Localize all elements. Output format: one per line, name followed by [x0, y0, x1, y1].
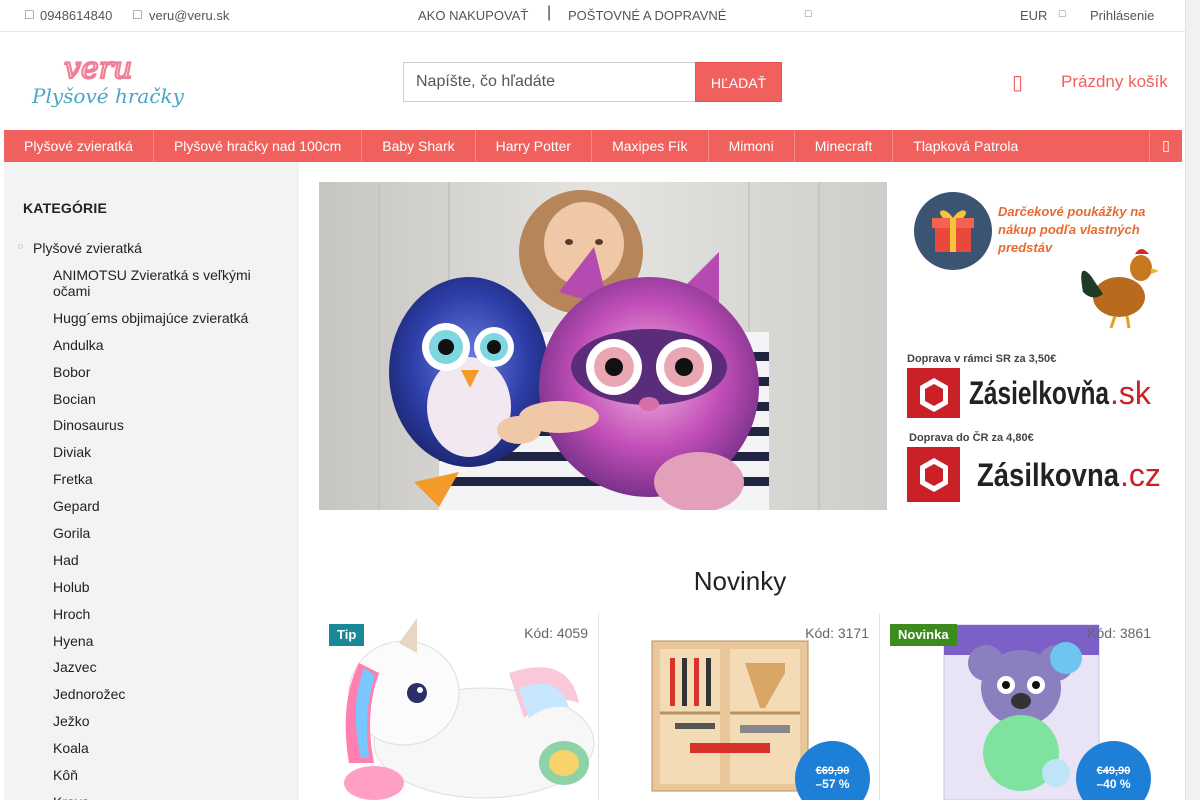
gift-voucher-banner[interactable]: Darčekové poukážky na nákup podľa vlastn… — [914, 192, 1159, 329]
how-to-shop-link[interactable]: AKO NAKUPOVAŤ — [418, 8, 528, 23]
menu-more-icon[interactable]: ▯ — [1149, 130, 1182, 162]
nav-item-plush-over-100cm[interactable]: Plyšové hračky nad 100cm — [154, 130, 363, 162]
bullet-icon — [18, 244, 23, 249]
search-button[interactable]: HĽADAŤ — [695, 62, 782, 102]
nav-item-harry-potter[interactable]: Harry Potter — [476, 130, 593, 162]
category-item[interactable]: Ježko — [53, 713, 283, 740]
category-item[interactable]: Fretka — [53, 471, 283, 498]
nav-item-plush-animals[interactable]: Plyšové zvieratká — [4, 130, 154, 162]
zasielkovna-sk-brand: Zásielkovňa — [969, 375, 1109, 411]
product-grid: Tip Kód: 4059 Kód: 3171 €69,90 –57 % Nov… — [319, 613, 1181, 800]
zasilkovna-cz-brand: Zásilkovna — [977, 457, 1119, 493]
zasilkovna-cz-tld: .cz — [1120, 457, 1161, 493]
category-sidebar: KATEGÓRIE Plyšové zvieratká ANIMOTSU Zvi… — [4, 162, 299, 800]
nav-item-maxipes-fik[interactable]: Maxipes Fík — [592, 130, 709, 162]
category-item[interactable]: Holub — [53, 579, 283, 606]
nav-item-minecraft[interactable]: Minecraft — [795, 130, 894, 162]
category-item[interactable]: Hyena — [53, 633, 283, 660]
category-item[interactable]: Jednorožec — [53, 686, 283, 713]
product-card[interactable]: Novinka Kód: 3861 €49,90 –40 % — [881, 613, 1161, 800]
zasilkovna-cz-banner[interactable]: Doprava do ČR za 4,80€ Zásilkovna .cz — [907, 431, 1161, 502]
new-badge: Novinka — [890, 624, 957, 646]
topbar-separator: | — [547, 4, 552, 21]
search-input[interactable]: Napíšte, čo hľadáte — [403, 62, 696, 102]
product-card[interactable]: Kód: 3171 €69,90 –57 % — [600, 613, 880, 800]
category-item[interactable]: Krava — [53, 794, 283, 800]
shipping-sk-note: Doprava v rámci SR za 3,50€ — [907, 353, 1056, 365]
cart-link[interactable]: Prázdny košík — [1061, 72, 1168, 92]
category-root[interactable]: Plyšové zvieratká — [33, 240, 142, 256]
gift-text-line-3: predstáv — [997, 240, 1053, 255]
tip-badge: Tip — [329, 624, 365, 646]
shipping-link[interactable]: POŠTOVNÉ A DOPRAVNÉ — [568, 8, 726, 23]
more-links-icon[interactable]: ☐ — [804, 10, 812, 20]
zasielkovna-sk-tld: .sk — [1110, 375, 1152, 411]
nav-item-mimoni[interactable]: Mimoni — [709, 130, 795, 162]
subcategory-list: ANIMOTSU Zvieratká s veľkými očami Hugg´e… — [53, 267, 283, 800]
currency-selector[interactable]: EUR — [1020, 8, 1047, 23]
category-item[interactable]: Hugg´ems objimajúce zvieratká — [53, 310, 283, 337]
old-price: €69,90 — [815, 765, 850, 777]
nav-item-paw-patrol[interactable]: Tlapková Patrola — [893, 130, 1038, 162]
category-item[interactable]: Diviak — [53, 444, 283, 471]
gift-text-line-2: nákup podľa vlastných — [998, 222, 1140, 237]
new-products-heading: Novinky — [693, 566, 787, 596]
logo-word: veru — [64, 51, 132, 86]
zasielkovna-sk-banner[interactable]: Doprava v rámci SR za 3,50€ Zásielkovňa … — [907, 353, 1152, 418]
categories-heading: KATEGÓRIE — [23, 200, 107, 216]
phone-number-link[interactable]: 0948614840 — [40, 8, 112, 23]
logo-subtitle: Plyšové hračky — [31, 84, 185, 108]
gift-text-line-1: Darčekové poukážky na — [998, 204, 1145, 219]
shipping-cz-note: Doprava do ČR za 4,80€ — [909, 431, 1034, 444]
product-card[interactable]: Tip Kód: 4059 — [319, 613, 599, 800]
chevron-down-icon[interactable]: ☐ — [1058, 10, 1066, 20]
nav-item-baby-shark[interactable]: Baby Shark — [362, 130, 476, 162]
main-navigation: Plyšové zvieratká Plyšové hračky nad 100… — [4, 130, 1182, 162]
category-item[interactable]: Bocian — [53, 391, 283, 418]
product-code: Kód: 4059 — [524, 625, 588, 641]
site-logo[interactable]: veru Plyšové hračky — [30, 50, 195, 112]
envelope-icon: ☐ — [132, 8, 143, 22]
old-price: €49,90 — [1096, 765, 1131, 777]
email-link[interactable]: veru@veru.sk — [149, 8, 229, 23]
top-bar: ☐ 0948614840 ☐ veru@veru.sk AKO NAKUPOVA… — [0, 0, 1185, 32]
hero-banner[interactable] — [319, 182, 887, 510]
category-item[interactable]: Jazvec — [53, 659, 283, 686]
category-item[interactable]: Hroch — [53, 606, 283, 633]
discount-percent: –57 % — [815, 777, 850, 791]
phone-icon: ☐ — [24, 8, 35, 22]
login-link[interactable]: Prihlásenie — [1090, 8, 1154, 23]
category-item[interactable]: Andulka — [53, 337, 283, 364]
category-item[interactable]: Gepard — [53, 498, 283, 525]
product-code: Kód: 3171 — [805, 625, 869, 641]
category-item[interactable]: Bobor — [53, 364, 283, 391]
discount-percent: –40 % — [1096, 777, 1131, 791]
category-item[interactable]: Dinosaurus — [53, 417, 283, 444]
category-item[interactable]: ANIMOTSU Zvieratká s veľkými očami — [53, 267, 283, 310]
page-scrollbar[interactable] — [1185, 0, 1200, 800]
category-item[interactable]: Had — [53, 552, 283, 579]
category-item[interactable]: Kôň — [53, 767, 283, 794]
promo-column: Darčekové poukážky na nákup podľa vlastn… — [907, 182, 1172, 512]
category-item[interactable]: Koala — [53, 740, 283, 767]
category-item[interactable]: Gorila — [53, 525, 283, 552]
product-code: Kód: 3861 — [1087, 625, 1151, 641]
cart-icon[interactable]: ▯ — [1012, 70, 1023, 94]
